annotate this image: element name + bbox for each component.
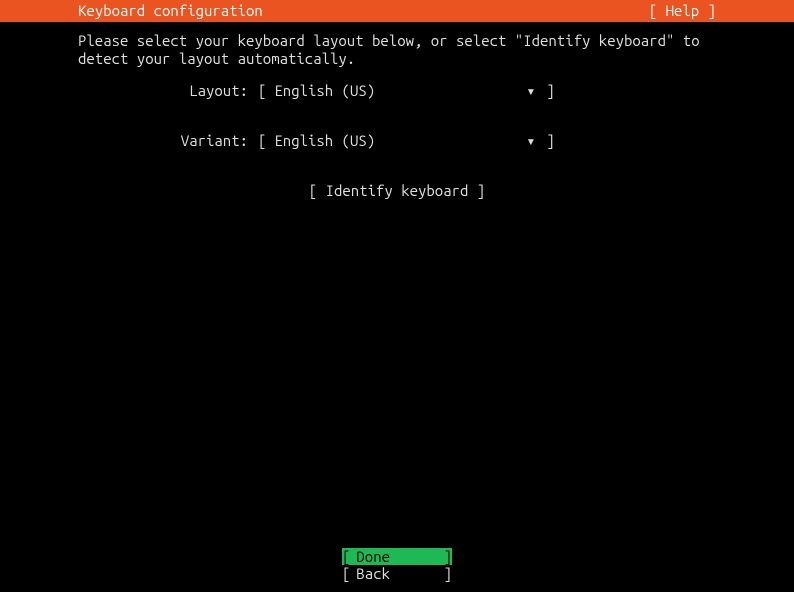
back-label: Back [350,565,428,582]
help-button[interactable]: [ Help ] [649,0,716,22]
variant-value: English (US) [266,132,526,149]
chevron-down-icon: ▾ [526,82,546,100]
identify-label: [ Identify keyboard ] [309,182,485,199]
variant-row: Variant: [ English (US) ▾ ] [78,132,716,150]
page-title: Keyboard configuration [78,0,263,22]
layout-value: English (US) [266,82,526,99]
footer-buttons: [Done] [Back] [0,548,794,583]
form-fields: Layout: [ English (US) ▾ ] Variant: [ En… [78,82,716,199]
bracket-open: [ [258,82,266,99]
layout-row: Layout: [ English (US) ▾ ] [78,82,716,100]
instruction-text: Please select your keyboard layout below… [78,32,716,68]
bracket-close: ] [546,132,554,149]
main-content: Please select your keyboard layout below… [0,22,794,199]
bracket-open: [ [258,132,266,149]
layout-select[interactable]: [ English (US) ▾ ] [258,82,555,100]
back-button[interactable]: [Back] [342,565,452,582]
done-button[interactable]: [Done] [342,548,452,565]
bracket-close: ] [546,82,554,99]
chevron-down-icon: ▾ [526,132,546,150]
variant-label: Variant: [78,132,258,149]
titlebar: Keyboard configuration [ Help ] [0,0,794,22]
identify-keyboard-button[interactable]: [ Identify keyboard ] [78,182,716,199]
done-label: Done [350,548,428,565]
variant-select[interactable]: [ English (US) ▾ ] [258,132,555,150]
layout-label: Layout: [78,82,258,99]
